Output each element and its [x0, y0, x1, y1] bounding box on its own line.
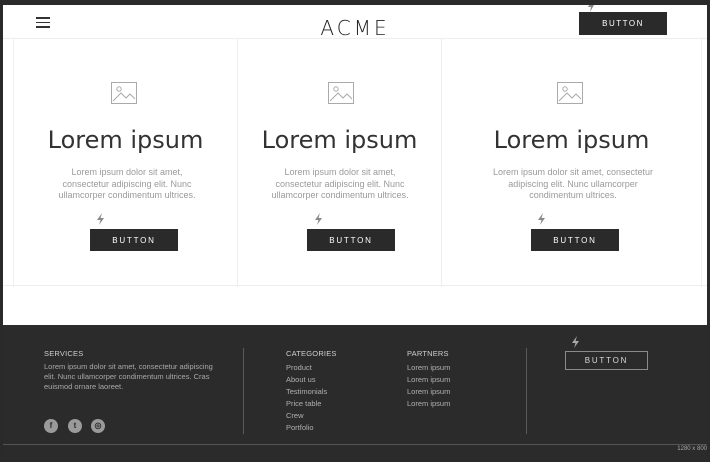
category-link[interactable]: About us — [286, 374, 327, 386]
image-placeholder-icon — [111, 82, 137, 104]
category-link[interactable]: Crew — [286, 410, 327, 422]
feature-button[interactable]: BUTTON — [531, 229, 619, 251]
feature-text: Lorem ipsum dolor sit amet, consectetur … — [492, 167, 654, 200]
feature-card: Lorem ipsum Lorem ipsum dolor sit amet, … — [442, 39, 702, 287]
page: ACME BUTTON Lorem ipsum Lorem ipsum dolo… — [3, 5, 707, 460]
categories-heading: CATEGORIES — [286, 349, 337, 358]
image-placeholder-icon — [557, 82, 583, 104]
feature-title: Lorem ipsum — [47, 126, 204, 154]
feature-card: Lorem ipsum Lorem ipsum dolor sit amet, … — [238, 39, 442, 287]
services-heading: SERVICES — [44, 349, 84, 358]
partner-link[interactable]: Lorem ipsum — [407, 398, 450, 410]
bolt-icon — [572, 336, 579, 348]
partners-heading: PARTNERS — [407, 349, 449, 358]
window-frame: ACME BUTTON Lorem ipsum Lorem ipsum dolo… — [0, 0, 710, 462]
category-link[interactable]: Price table — [286, 398, 327, 410]
feature-title: Lorem ipsum — [493, 126, 650, 154]
feature-text: Lorem ipsum dolor sit amet, consectetur … — [271, 167, 409, 200]
twitter-icon[interactable]: t — [68, 419, 82, 433]
facebook-icon[interactable]: f — [44, 419, 58, 433]
feature-button[interactable]: BUTTON — [307, 229, 395, 251]
footer-rule — [3, 444, 707, 445]
header-button[interactable]: BUTTON — [579, 12, 667, 35]
partner-link[interactable]: Lorem ipsum — [407, 362, 450, 374]
bolt-icon — [315, 213, 322, 225]
categories-list: Product About us Testimonials Price tabl… — [286, 362, 327, 434]
category-link[interactable]: Portfolio — [286, 422, 327, 434]
feature-title: Lorem ipsum — [261, 126, 418, 154]
bolt-icon — [588, 5, 594, 12]
footer-divider — [526, 348, 527, 434]
footer-divider — [243, 348, 244, 434]
partners-list: Lorem ipsum Lorem ipsum Lorem ipsum Lore… — [407, 362, 450, 410]
partner-link[interactable]: Lorem ipsum — [407, 374, 450, 386]
feature-text: Lorem ipsum dolor sit amet, consectetur … — [58, 167, 196, 200]
category-link[interactable]: Testimonials — [286, 386, 327, 398]
feature-card: Lorem ipsum Lorem ipsum dolor sit amet, … — [13, 39, 238, 287]
image-placeholder-icon — [328, 82, 354, 104]
bolt-icon — [538, 213, 545, 225]
services-text: Lorem ipsum dolor sit amet, consectetur … — [44, 362, 213, 391]
feature-button[interactable]: BUTTON — [90, 229, 178, 251]
features-section: Lorem ipsum Lorem ipsum dolor sit amet, … — [3, 38, 707, 287]
category-link[interactable]: Product — [286, 362, 327, 374]
header: ACME BUTTON — [3, 5, 707, 40]
dribbble-icon[interactable]: ◎ — [91, 419, 105, 433]
dimensions-note: 1280 x 800 — [677, 446, 707, 452]
footer: SERVICES Lorem ipsum dolor sit amet, con… — [3, 325, 707, 460]
partner-link[interactable]: Lorem ipsum — [407, 386, 450, 398]
footer-button[interactable]: BUTTON — [565, 351, 648, 370]
bolt-icon — [97, 213, 104, 225]
